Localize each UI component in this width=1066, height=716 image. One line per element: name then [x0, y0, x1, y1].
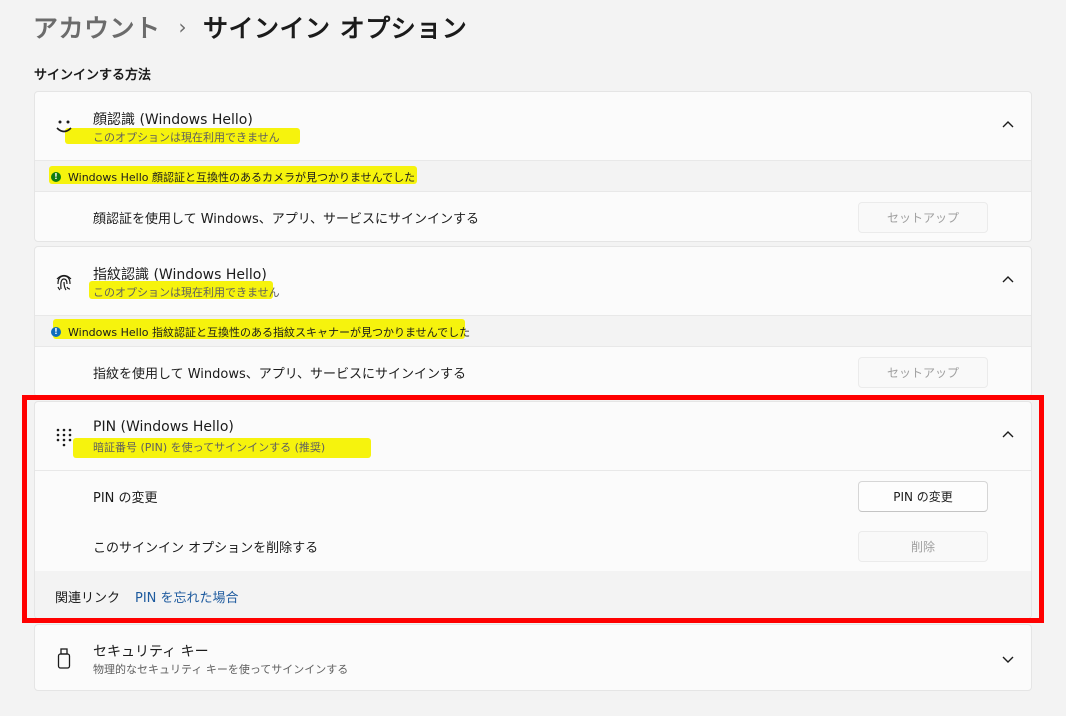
face-setup-button[interactable]: セットアップ — [858, 202, 988, 233]
face-setup-row: 顔認証を使用して Windows、アプリ、サービスにサインインする セットアップ — [35, 192, 1031, 241]
chevron-up-icon[interactable] — [1001, 428, 1015, 442]
security-key-subtitle: 物理的なセキュリティ キーを使ってサインインする — [93, 663, 349, 676]
page-title: サインイン オプション — [203, 14, 468, 43]
related-links: 関連リンク PIN を忘れた場合 — [35, 571, 1031, 618]
pin-header[interactable]: PIN (Windows Hello) 暗証番号 (PIN) を使ってサインイン… — [35, 402, 1031, 470]
fingerprint-notice: ! Windows Hello 指紋認証と互換性のある指紋スキャナーが見つかりま… — [35, 315, 1031, 347]
fingerprint-subtitle: このオプションは現在利用できません — [93, 286, 280, 299]
forgot-pin-link[interactable]: PIN を忘れた場合 — [135, 587, 239, 606]
security-key-card: セキュリティ キー 物理的なセキュリティ キーを使ってサインインする — [34, 624, 1032, 691]
chevron-up-icon[interactable] — [1001, 273, 1015, 287]
pin-remove-row: このサインイン オプションを削除する 削除 — [35, 521, 1031, 571]
face-recognition-title: 顔認識 (Windows Hello) — [93, 112, 253, 128]
pin-keypad-icon — [51, 424, 77, 450]
pin-subtitle: 暗証番号 (PIN) を使ってサインインする (推奨) — [93, 441, 326, 454]
fingerprint-setup-label: 指紋を使用して Windows、アプリ、サービスにサインインする — [93, 367, 466, 382]
pin-remove-label: このサインイン オプションを削除する — [93, 541, 319, 556]
face-recognition-header[interactable]: 顔認識 (Windows Hello) このオプションは現在利用できません — [35, 92, 1031, 160]
pin-change-button[interactable]: PIN の変更 — [858, 481, 988, 512]
pin-card: PIN (Windows Hello) 暗証番号 (PIN) を使ってサインイン… — [34, 401, 1032, 619]
related-links-label: 関連リンク — [55, 591, 121, 606]
face-recognition-card: 顔認識 (Windows Hello) このオプションは現在利用できません ! … — [34, 91, 1032, 242]
fingerprint-setup-row: 指紋を使用して Windows、アプリ、サービスにサインインする セットアップ — [35, 347, 1031, 396]
face-recognition-notice: ! Windows Hello 顔認証と互換性のあるカメラが見つかりませんでした — [35, 160, 1031, 192]
face-notice-text: Windows Hello 顔認証と互換性のあるカメラが見つかりませんでした — [68, 171, 416, 184]
face-recognition-subtitle: このオプションは現在利用できません — [93, 131, 280, 144]
pin-title: PIN (Windows Hello) — [93, 419, 234, 435]
pin-remove-button[interactable]: 削除 — [858, 531, 988, 562]
breadcrumb-parent[interactable]: アカウント — [33, 9, 161, 45]
pin-change-row: PIN の変更 PIN の変更 — [35, 470, 1031, 521]
smiley-face-icon — [51, 114, 77, 140]
chevron-down-icon[interactable] — [1001, 652, 1015, 666]
chevron-up-icon[interactable] — [1001, 118, 1015, 132]
fingerprint-notice-text: Windows Hello 指紋認証と互換性のある指紋スキャナーが見つかりません… — [68, 326, 471, 339]
info-dot-icon: ! — [51, 172, 61, 182]
usb-key-icon — [51, 646, 77, 672]
security-key-title: セキュリティ キー — [93, 644, 209, 660]
fingerprint-setup-button[interactable]: セットアップ — [858, 357, 988, 388]
breadcrumb: アカウント › サインイン オプション — [33, 8, 467, 46]
breadcrumb-separator: › — [178, 15, 188, 39]
fingerprint-icon — [51, 269, 77, 295]
fingerprint-card: 指紋認識 (Windows Hello) このオプションは現在利用できません !… — [34, 246, 1032, 397]
fingerprint-header[interactable]: 指紋認識 (Windows Hello) このオプションは現在利用できません — [35, 247, 1031, 315]
info-dot-icon: ! — [51, 327, 61, 337]
security-key-header[interactable]: セキュリティ キー 物理的なセキュリティ キーを使ってサインインする — [35, 625, 1031, 690]
fingerprint-title: 指紋認識 (Windows Hello) — [93, 267, 267, 283]
pin-change-label: PIN の変更 — [93, 491, 158, 506]
section-title: サインインする方法 — [34, 68, 152, 83]
face-setup-label: 顔認証を使用して Windows、アプリ、サービスにサインインする — [93, 212, 479, 227]
